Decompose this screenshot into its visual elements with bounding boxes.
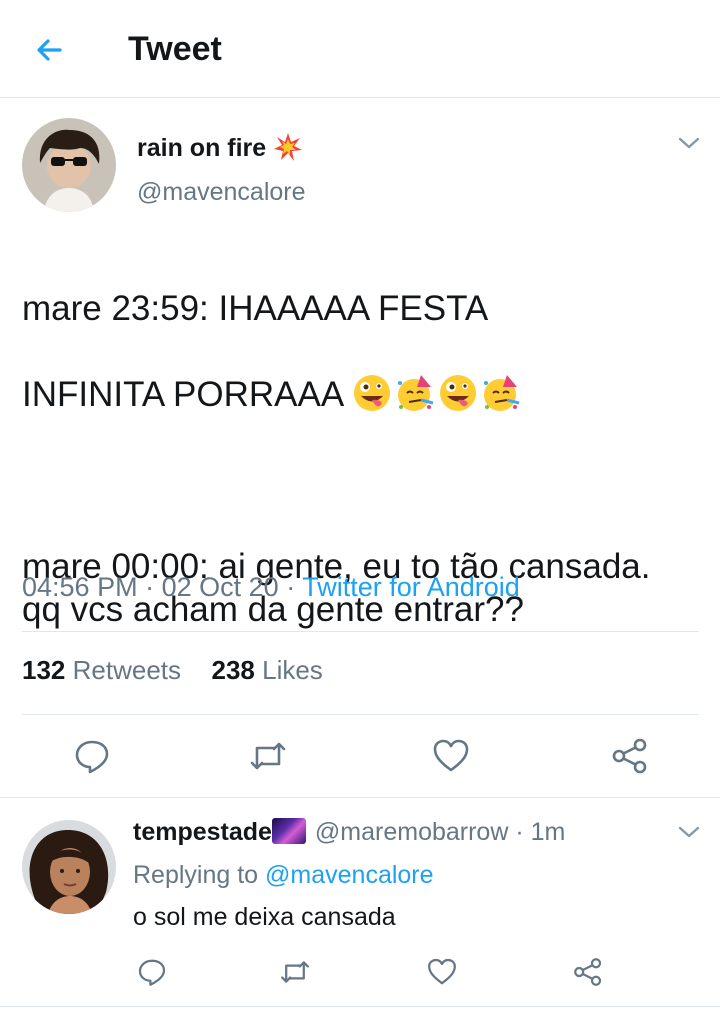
tweet-date: 02 Oct 20 xyxy=(161,572,279,602)
collision-icon xyxy=(274,133,303,161)
divider xyxy=(0,1006,720,1007)
meta-separator: · xyxy=(145,572,155,602)
reply-author-name[interactable]: tempestade xyxy=(133,818,272,846)
tweet-options-button[interactable] xyxy=(676,133,702,158)
reply-author-line: tempestade @maremobarrow · 1m xyxy=(133,818,565,847)
partying-face-icon xyxy=(483,375,520,411)
tweet-meta: 04:56 PM · 02 Oct 20 · Twitter for Andro… xyxy=(22,572,520,603)
tweet-text: mare 23:59: IHAAAAA FESTA INFINITA PORRA… xyxy=(22,244,692,674)
reply-text: o sol me deixa cansada xyxy=(133,903,396,931)
author-handle[interactable]: @mavencalore xyxy=(137,178,306,207)
reply-icon xyxy=(138,959,166,986)
reply-reply-button[interactable] xyxy=(136,956,168,988)
reply-icon xyxy=(75,740,109,774)
reply-like-button[interactable] xyxy=(426,956,458,988)
divider xyxy=(22,714,699,715)
author-name[interactable]: rain on fire xyxy=(137,132,303,163)
retweet-button[interactable] xyxy=(248,736,288,776)
reply-avatar[interactable] xyxy=(22,820,116,914)
like-icon xyxy=(428,958,456,985)
reply-retweet-button[interactable] xyxy=(279,956,311,988)
avatar[interactable] xyxy=(22,118,116,212)
reply-options-button[interactable] xyxy=(676,822,702,847)
tweet-text-line1: mare 23:59: IHAAAAA FESTA xyxy=(22,289,489,328)
tweet-source-link[interactable]: Twitter for Android xyxy=(302,572,520,602)
top-bar: Tweet xyxy=(0,0,720,98)
reply-button[interactable] xyxy=(72,736,112,776)
chevron-down-icon xyxy=(678,826,700,838)
share-button[interactable] xyxy=(610,736,650,776)
replying-to: Replying to @mavencalore xyxy=(133,861,434,889)
tweet-text-line2: INFINITA PORRAAA xyxy=(22,373,692,416)
partying-face-icon xyxy=(397,375,434,411)
milky-way-icon xyxy=(271,818,306,844)
reply-share-button[interactable] xyxy=(572,956,604,988)
like-icon xyxy=(433,739,469,772)
share-icon xyxy=(612,738,647,774)
retweets-stat[interactable]: 132 Retweets xyxy=(22,655,181,685)
share-icon xyxy=(574,958,602,986)
zany-face-icon xyxy=(439,375,476,411)
zany-face-icon xyxy=(353,375,390,411)
divider xyxy=(22,631,699,632)
likes-stat[interactable]: 238 Likes xyxy=(211,655,322,685)
avatar-image xyxy=(22,118,116,212)
tweet-stats: 132 Retweets 238 Likes xyxy=(22,655,323,686)
chevron-down-icon xyxy=(678,137,700,149)
arrow-left-icon xyxy=(37,39,62,61)
reply-author-handle[interactable]: @maremobarrow xyxy=(315,818,508,846)
retweet-icon xyxy=(250,742,286,770)
meta-separator: · xyxy=(515,818,524,846)
avatar-image xyxy=(22,820,116,914)
page-title: Tweet xyxy=(128,30,222,68)
replying-to-link[interactable]: @mavencalore xyxy=(265,861,434,889)
meta-separator: · xyxy=(286,572,296,602)
divider xyxy=(0,797,720,798)
tweet-time: 04:56 PM xyxy=(22,572,138,602)
like-button[interactable] xyxy=(431,736,471,776)
back-button[interactable] xyxy=(30,30,70,70)
retweet-icon xyxy=(281,961,309,983)
reply-time: 1m xyxy=(530,818,566,846)
